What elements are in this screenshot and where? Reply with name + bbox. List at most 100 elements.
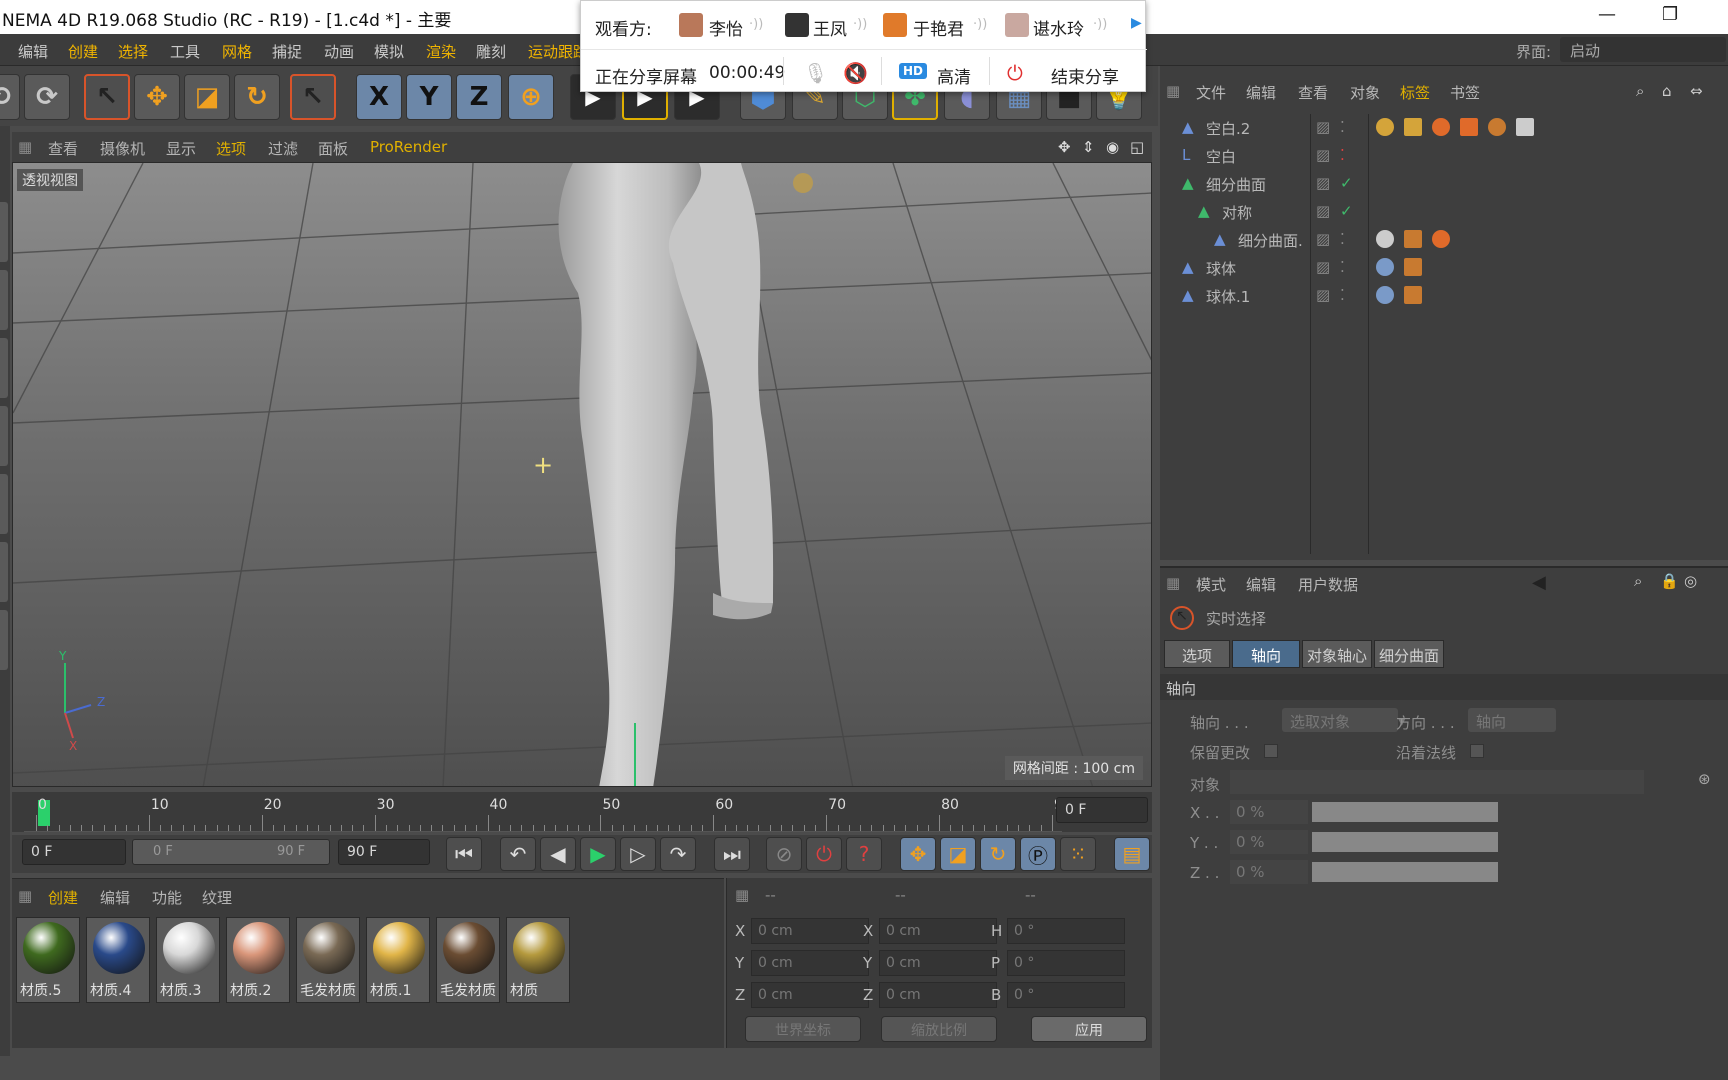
restore-button[interactable]: ❐: [1662, 4, 1678, 25]
object-row[interactable]: ▲ 细分曲面. ▨ ⁚: [1160, 226, 1728, 254]
viewport-pan-icon[interactable]: ✥: [1058, 138, 1071, 156]
enable-toggle-icon[interactable]: ✓: [1340, 202, 1353, 220]
left-tool-4[interactable]: [0, 406, 8, 466]
next-key-icon[interactable]: ↷: [660, 837, 696, 871]
key-scale-icon[interactable]: ◪: [940, 837, 976, 871]
left-tool-3[interactable]: [0, 338, 8, 398]
key-position-icon[interactable]: ✥: [900, 837, 936, 871]
material-swatch[interactable]: 材质.1: [366, 917, 430, 1003]
viewport-menu-filter[interactable]: 过滤: [268, 138, 298, 159]
key-parameter-icon[interactable]: Ⓟ: [1020, 837, 1056, 871]
menu-edit[interactable]: 编辑: [18, 41, 48, 62]
material-swatch[interactable]: 材质.3: [156, 917, 220, 1003]
object-tag-icon[interactable]: [1404, 258, 1422, 276]
coordinate-system-icon[interactable]: ⊕: [508, 74, 554, 120]
material-swatch[interactable]: 材质.2: [226, 917, 290, 1003]
scale-tool-icon[interactable]: ◪: [184, 74, 230, 120]
minimize-button[interactable]: —: [1598, 4, 1616, 25]
menu-select[interactable]: 选择: [118, 41, 148, 62]
object-menu-view[interactable]: 查看: [1298, 82, 1328, 103]
menu-sculpt[interactable]: 雕刻: [476, 41, 506, 62]
object-tag-icon[interactable]: [1432, 118, 1450, 136]
tab-object-axis[interactable]: 对象轴心: [1302, 640, 1372, 668]
end-share-icon[interactable]: ⏻: [1007, 61, 1023, 85]
object-row[interactable]: ▲ 球体.1 ▨ ⁚: [1160, 282, 1728, 310]
enable-toggle-icon[interactable]: ⁚: [1340, 118, 1345, 136]
coord-value-field[interactable]: 0 cm: [879, 918, 997, 944]
coord-value-field[interactable]: 0 °: [1007, 982, 1125, 1008]
object-tag-icon[interactable]: [1432, 230, 1450, 248]
visibility-toggle-icon[interactable]: ▨: [1316, 146, 1330, 164]
viewport-maximize-icon[interactable]: ◱: [1130, 138, 1144, 156]
viewport-menu-options[interactable]: 选项: [216, 138, 246, 159]
object-menu-edit[interactable]: 编辑: [1246, 82, 1276, 103]
end-frame-field[interactable]: 90 F: [338, 839, 430, 865]
material-menu-texture[interactable]: 纹理: [202, 887, 232, 908]
object-layer-icon[interactable]: ⇔: [1690, 82, 1703, 100]
previous-frame-icon[interactable]: ◀: [540, 837, 576, 871]
object-tag-icon[interactable]: [1376, 230, 1394, 248]
attr-lock-icon[interactable]: 🔒: [1660, 572, 1679, 590]
object-name[interactable]: 空白.2: [1206, 118, 1250, 139]
enable-toggle-icon[interactable]: ⁚: [1340, 230, 1345, 248]
visibility-toggle-icon[interactable]: ▨: [1316, 174, 1330, 192]
attr-menu-edit[interactable]: 编辑: [1246, 574, 1276, 595]
z-value-field[interactable]: 0 %: [1230, 860, 1308, 884]
enable-toggle-icon[interactable]: ⁚: [1340, 258, 1345, 276]
y-axis-lock-button[interactable]: Y: [406, 74, 452, 120]
object-home-icon[interactable]: ⌂: [1662, 82, 1672, 100]
coord-value-field[interactable]: 0 °: [1007, 918, 1125, 944]
key-point-level-icon[interactable]: ⁙: [1060, 837, 1096, 871]
attr-menu-mode[interactable]: 模式: [1196, 574, 1226, 595]
menu-create[interactable]: 创建: [68, 41, 98, 62]
object-row[interactable]: ▲ 空白.2 ▨ ⁚: [1160, 114, 1728, 142]
enable-toggle-icon[interactable]: ✓: [1340, 174, 1353, 192]
object-name[interactable]: 细分曲面: [1206, 174, 1266, 195]
menu-snap[interactable]: 捕捉: [272, 41, 302, 62]
object-row[interactable]: ▲ 球体 ▨ ⁚: [1160, 254, 1728, 282]
object-name[interactable]: 球体.1: [1206, 286, 1250, 307]
go-to-start-icon[interactable]: ⏮: [446, 837, 482, 871]
layout-select[interactable]: 启动: [1560, 37, 1726, 62]
menu-motion-tracking[interactable]: 运动跟踪: [528, 41, 588, 62]
object-link-field[interactable]: [1230, 770, 1644, 794]
object-tag-icon[interactable]: [1516, 118, 1534, 136]
speaker-muted-icon[interactable]: 🔇: [843, 61, 868, 85]
end-share-button[interactable]: 结束分享: [1051, 63, 1119, 88]
object-tag-icon[interactable]: [1376, 118, 1394, 136]
coord-value-field[interactable]: 0 cm: [751, 982, 869, 1008]
viewport-menu-prorender[interactable]: ProRender: [370, 138, 447, 156]
object-tag-icon[interactable]: [1376, 286, 1394, 304]
visibility-toggle-icon[interactable]: ▨: [1316, 286, 1330, 304]
coord-value-field[interactable]: 0 °: [1007, 950, 1125, 976]
x-value-field[interactable]: 0 %: [1230, 800, 1308, 824]
material-swatch[interactable]: 材质.5: [16, 917, 80, 1003]
object-menu-object[interactable]: 对象: [1350, 82, 1380, 103]
left-tool-6[interactable]: [0, 542, 8, 602]
x-value-slider[interactable]: [1312, 802, 1498, 822]
timeline-window-icon[interactable]: ▤: [1114, 837, 1150, 871]
coord-value-field[interactable]: 0 cm: [751, 950, 869, 976]
enable-toggle-icon[interactable]: ⁚: [1340, 146, 1345, 164]
direction-select[interactable]: 轴向: [1468, 708, 1556, 732]
material-menu-edit[interactable]: 编辑: [100, 887, 130, 908]
menu-render[interactable]: 渲染: [426, 41, 456, 62]
mic-muted-icon[interactable]: 🎙: [803, 61, 828, 85]
pick-object-icon[interactable]: ⊛: [1698, 770, 1711, 788]
hd-badge[interactable]: HD: [899, 63, 928, 79]
previous-key-icon[interactable]: ↶: [500, 837, 536, 871]
coord-value-field[interactable]: 0 cm: [751, 918, 869, 944]
object-name[interactable]: 球体: [1206, 258, 1236, 279]
material-menu-function[interactable]: 功能: [152, 887, 182, 908]
select-tool-icon[interactable]: ↖: [84, 74, 130, 120]
material-menu-create[interactable]: 创建: [48, 887, 78, 908]
attr-search-icon[interactable]: ⌕: [1634, 572, 1642, 590]
menu-mesh[interactable]: 网格: [222, 41, 252, 62]
material-swatch[interactable]: 材质: [506, 917, 570, 1003]
visibility-toggle-icon[interactable]: ▨: [1316, 230, 1330, 248]
object-menu-tags[interactable]: 标签: [1400, 82, 1430, 103]
keep-changes-checkbox[interactable]: [1264, 744, 1278, 758]
coord-value-field[interactable]: 0 cm: [879, 950, 997, 976]
frame-range-slider[interactable]: 0 F 90 F: [132, 839, 330, 865]
world-coordinates-select[interactable]: 世界坐标: [745, 1016, 861, 1042]
